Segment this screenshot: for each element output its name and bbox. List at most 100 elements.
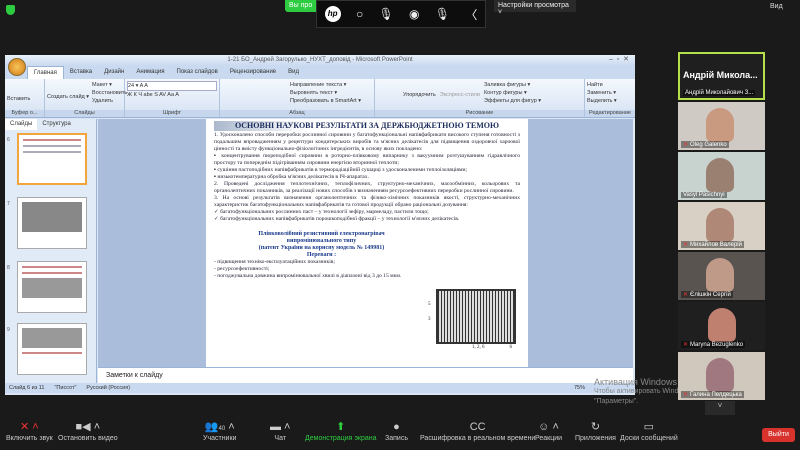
group-label: Рисование [375, 110, 584, 117]
stop-video-button[interactable]: ■◀ ˄ Остановить видео [58, 420, 118, 442]
tab-insert[interactable]: Вставка [64, 66, 98, 79]
slide-thumbnail[interactable] [17, 133, 87, 185]
language: Русский (Россия) [86, 385, 131, 391]
current-slide[interactable]: ОСНОВНІ НАУКОВІ РЕЗУЛЬТАТИ ЗА ДЕРЖБЮДЖЕТ… [206, 119, 528, 369]
participant-tile[interactable]: ✕ Oleg Galenko [678, 102, 765, 150]
circle-icon[interactable]: ○ [356, 7, 363, 21]
text-direction-button[interactable]: Направление текста ▾ [290, 81, 372, 89]
group-label: Слайды [45, 110, 124, 117]
shape-fill-button[interactable]: Заливка фигуры ▾ [484, 81, 541, 89]
office-button[interactable] [8, 58, 26, 76]
tab-design[interactable]: Дизайн [98, 66, 130, 79]
hp-logo-icon: hp [324, 6, 341, 22]
chat-button[interactable]: ▬ ˄ Чат [270, 420, 290, 442]
font-size-select[interactable]: 24 ▾ A A [127, 81, 217, 91]
window-controls[interactable]: – ▫ ✕ [609, 55, 629, 63]
apps-icon: ↻ [590, 421, 601, 433]
find-button[interactable]: Найти [587, 81, 633, 89]
select-button[interactable]: Выделить ▾ [587, 97, 633, 105]
slide-heading: ОСНОВНІ НАУКОВІ РЕЗУЛЬТАТИ ЗА ДЕРЖБЮДЖЕТ… [214, 121, 520, 131]
unmute-button[interactable]: ✕ ˄ Включить звук [6, 420, 53, 442]
shape-effects-button[interactable]: Эффекты для фигур ▾ [484, 97, 541, 105]
paste-button[interactable]: Вставить [7, 95, 42, 103]
theme-name: "Писсот" [54, 385, 77, 391]
advantage-item: - підвищення техніко-експлуатаційних пок… [214, 259, 336, 265]
participant-name: Андрій Микола... [683, 70, 758, 80]
chat-icon: ▬ ˄ [270, 421, 291, 433]
editing-group: Найти Заменить ▾ Выделить ▾ Редактирован… [585, 79, 635, 117]
layout-button[interactable]: Макет ▾ [92, 81, 127, 89]
shared-screen: 1-21 БО_Андрей Загорулько_НУХТ_доповід -… [5, 55, 635, 395]
figure-label: 6 [509, 344, 512, 351]
tab-review[interactable]: Рецензирование [224, 66, 282, 79]
arrange-button[interactable]: Упорядочить [403, 91, 436, 99]
tab-home[interactable]: Главная [27, 66, 64, 79]
apps-button[interactable]: ↻ Приложения [575, 420, 616, 442]
smartart-button[interactable]: Преобразовать в SmartArt ▾ [290, 97, 372, 105]
collapse-icon[interactable]: 〈 [465, 6, 477, 23]
whiteboards-button[interactable]: ▭ Доски сообщений [620, 420, 678, 442]
view-button[interactable]: Вид [770, 3, 783, 10]
check-item: ✓ багатофункціональних напівфабрикатів п… [214, 216, 460, 222]
participant-name: ✕ Oleg Galenko [681, 141, 729, 148]
vertical-scrollbar[interactable] [633, 119, 635, 369]
slide-thumbnail[interactable] [17, 197, 87, 249]
font-format-buttons[interactable]: Ж К Ч abe S AV Aa A [127, 91, 217, 99]
security-shield-icon[interactable] [6, 5, 15, 15]
shape-outline-button[interactable]: Контур фигуры ▾ [484, 89, 541, 97]
scroll-down-chevron-icon[interactable]: ˅ [705, 401, 735, 415]
tab-animation[interactable]: Анимация [130, 66, 170, 79]
outline-tab[interactable]: Структура [37, 119, 75, 130]
live-transcript-button[interactable]: CC Расшифровка в реальном времени [420, 420, 535, 442]
participant-name: ✕ Михайлов Валерій [681, 241, 744, 248]
ribbon-tabs: Главная Вставка Дизайн Анимация Показ сл… [5, 66, 635, 79]
slide-number: 8 [7, 265, 10, 271]
group-label: Шрифт [125, 110, 219, 117]
view-settings-button[interactable]: Настройки просмотра ˅ [494, 0, 576, 16]
new-slide-button[interactable]: Создать слайд ▾ [47, 93, 89, 101]
participants-icon: 👥40 ˄ [204, 421, 235, 433]
record-button[interactable]: ● Запись [385, 420, 408, 442]
participant-tile[interactable]: Vasyl Pasichnyi [678, 152, 765, 200]
paragraph-2: 2. Проведені дослідження теплотехнічних,… [214, 181, 520, 194]
share-screen-icon: ⬆ [336, 421, 346, 433]
participant-label: Андрій Миколайович З... [683, 90, 756, 96]
replace-button[interactable]: Заменить ▾ [587, 89, 633, 97]
slide-number: 7 [7, 201, 10, 207]
reaction-icon: ☺ ˄ [538, 421, 559, 433]
muted-mic-icon: ✕ [683, 342, 689, 348]
reactions-button[interactable]: ☺ ˄ Реакции [535, 420, 562, 442]
microphone-icon[interactable]: 🎙 [378, 7, 393, 21]
record-icon[interactable]: ◉ [409, 7, 419, 21]
slide-thumbnail[interactable] [17, 261, 87, 313]
slide-counter: Слайд 6 из 11 [9, 385, 45, 391]
heater-diagram: 5 3 1, 2, 6 6 [428, 289, 516, 351]
participant-tile[interactable]: ✕ Михайлов Валерій [678, 202, 765, 250]
figure-label: 5 [428, 302, 431, 307]
leave-button[interactable]: Выйти [762, 428, 795, 442]
quick-styles-button[interactable]: Экспресс-стили [440, 91, 480, 99]
delete-slide-button[interactable]: Удалить [92, 97, 127, 105]
tab-slideshow[interactable]: Показ слайдов [171, 66, 224, 79]
slides-tab[interactable]: Слайды [5, 119, 38, 130]
microphone-wave-icon[interactable]: 🎙 [435, 7, 450, 21]
meeting-toolbar: ✕ ˄ Включить звук ■◀ ˄ Остановить видео 👥4… [0, 420, 800, 450]
participant-tile-active-speaker[interactable]: Андрій Микола... Андрій Миколайович З... [678, 52, 765, 100]
participant-tile[interactable]: ✕ Maryna Bezuglenko [678, 302, 765, 350]
participant-tile[interactable]: ✕ Єлішкін Сергій [678, 252, 765, 300]
zoom-top-bar: Вы про hp ○ 🎙 ◉ 🎙 〈 Настройки просмотра … [0, 0, 800, 28]
advantage-item: - погоджувальна довжина випромінювальної… [214, 273, 402, 279]
slide-thumbnail[interactable] [17, 323, 87, 375]
participants-button[interactable]: 👥40 ˄ Участники [203, 420, 236, 442]
share-screen-button[interactable]: ⬆ Демонстрация экрана [305, 420, 377, 442]
participant-name: ✕ Maryna Bezuglenko [681, 341, 746, 348]
muted-mic-icon: ✕ [683, 142, 689, 148]
participant-tile[interactable]: ✕ Галина Пелдецька [678, 352, 765, 400]
zoom-level[interactable]: 75% [574, 385, 585, 391]
reset-button[interactable]: Восстановить [92, 89, 127, 97]
tab-view[interactable]: Вид [282, 66, 305, 79]
slides-group: Создать слайд ▾ Макет ▾ Восстановить Уда… [45, 79, 127, 117]
advantage-item: - ресурсоефективності; [214, 266, 270, 272]
notes-field[interactable]: Заметки к слайду [98, 367, 633, 383]
align-text-button[interactable]: Выровнять текст ▾ [290, 89, 372, 97]
